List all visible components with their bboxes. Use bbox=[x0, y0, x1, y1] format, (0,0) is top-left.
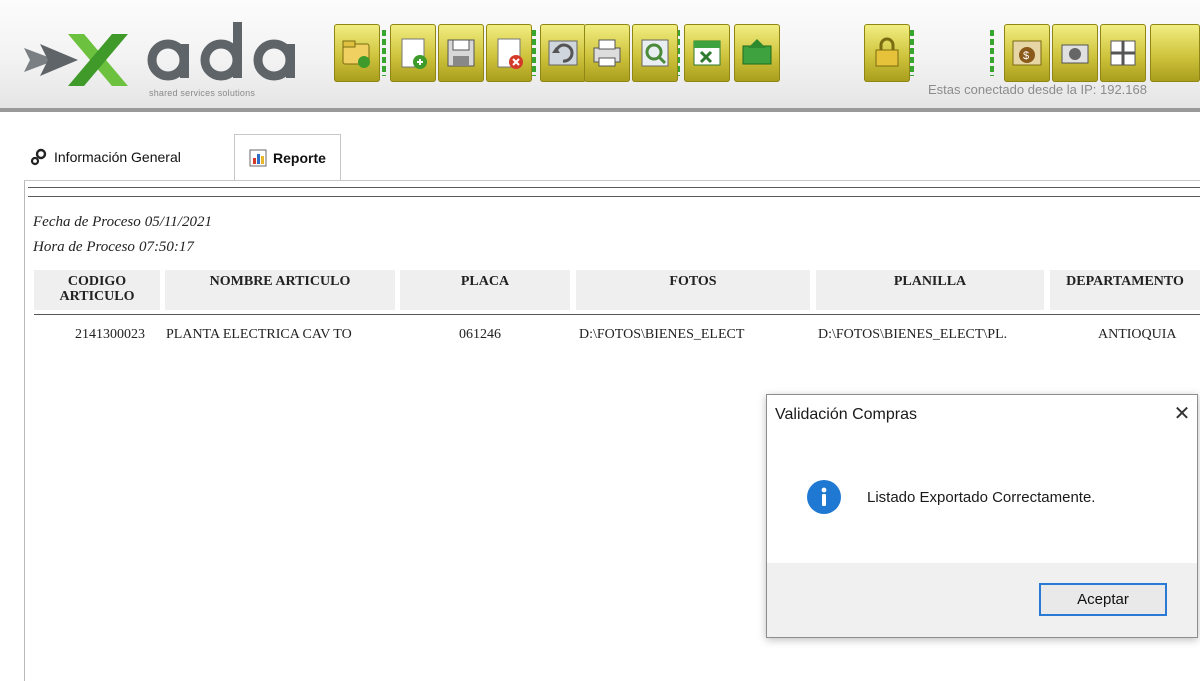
send-button[interactable] bbox=[734, 24, 780, 82]
delete-icon bbox=[497, 38, 523, 69]
camera-icon bbox=[1061, 44, 1089, 64]
dialog-title: Validación Compras bbox=[775, 406, 917, 423]
toolbar-separator bbox=[990, 30, 994, 76]
cell-codigo: 2141300023 bbox=[75, 327, 145, 342]
preview-button[interactable] bbox=[632, 24, 678, 82]
table-header-rule bbox=[34, 314, 1200, 315]
app-header: ada shared services solutions $ Estas co… bbox=[0, 0, 1200, 112]
close-icon[interactable]: ✕ bbox=[1171, 403, 1193, 425]
grid-icon bbox=[1110, 40, 1136, 66]
column-header-nombre: NOMBRE ARTICULO bbox=[165, 270, 395, 310]
dialog-message: Listado Exportado Correctamente. bbox=[867, 489, 1096, 506]
column-header-codigo: CODIGO ARTICULO bbox=[34, 270, 160, 310]
dialog-footer: Aceptar bbox=[767, 563, 1197, 637]
toolbar-separator bbox=[532, 30, 536, 76]
grid-button[interactable] bbox=[1100, 24, 1146, 82]
process-time-value: 07:50:17 bbox=[138, 239, 194, 255]
lock-button[interactable] bbox=[864, 24, 910, 82]
folder-open-icon bbox=[342, 40, 370, 68]
report-top-rule bbox=[28, 196, 1200, 197]
print-icon bbox=[593, 39, 621, 67]
lock-icon bbox=[875, 37, 899, 67]
column-header-placa: PLACA bbox=[400, 270, 570, 310]
tab-strip bbox=[0, 112, 1200, 182]
column-header-departamento: DEPARTAMENTO bbox=[1050, 270, 1200, 310]
process-time-label: Hora de Proceso bbox=[33, 239, 135, 255]
add-icon bbox=[401, 38, 427, 69]
undo-icon bbox=[548, 40, 578, 66]
tagline: shared services solutions bbox=[149, 88, 256, 98]
process-time: Hora de Proceso 07:50:17 bbox=[33, 239, 194, 256]
tab-informacion-general[interactable]: Información General bbox=[30, 148, 181, 166]
camera-button[interactable] bbox=[1052, 24, 1098, 82]
toolbar-more-button[interactable] bbox=[1150, 24, 1200, 82]
save-button[interactable] bbox=[438, 24, 484, 82]
report-top-rule bbox=[28, 187, 1200, 188]
add-button[interactable] bbox=[390, 24, 436, 82]
column-header-planilla: PLANILLA bbox=[816, 270, 1044, 310]
excel-export-button[interactable] bbox=[684, 24, 730, 82]
undo-button[interactable] bbox=[540, 24, 586, 82]
toolbar-separator bbox=[382, 30, 386, 76]
cell-fotos: D:\FOTOS\BIENES_ELECT bbox=[579, 327, 745, 342]
cell-planilla: D:\FOTOS\BIENES_ELECT\PL. bbox=[818, 327, 1008, 342]
open-button[interactable] bbox=[334, 24, 380, 82]
aceptar-button[interactable]: Aceptar bbox=[1039, 583, 1167, 616]
cell-nombre: PLANTA ELECTRICA CAV TO bbox=[166, 327, 352, 342]
process-date-value: 05/11/2021 bbox=[144, 214, 212, 230]
delete-button[interactable] bbox=[486, 24, 532, 82]
tab-informacion-general-label: Información General bbox=[54, 149, 181, 165]
money-bag-icon: $ bbox=[1012, 40, 1042, 66]
money-button[interactable]: $ bbox=[1004, 24, 1050, 82]
cell-placa: 061246 bbox=[459, 327, 501, 342]
settings-icon bbox=[30, 148, 47, 166]
svg-text:$: $ bbox=[1023, 50, 1029, 62]
connection-ip-text: Estas conectado desde la IP: 192.168 bbox=[928, 82, 1147, 97]
info-icon bbox=[807, 480, 841, 514]
tab-reporte-label: Reporte bbox=[273, 150, 326, 166]
validation-dialog: Validación Compras ✕ Listado Exportado C… bbox=[766, 394, 1198, 638]
cell-departamento: ANTIOQUIA bbox=[1098, 327, 1177, 342]
process-date: Fecha de Proceso 05/11/2021 bbox=[33, 214, 212, 231]
send-icon bbox=[742, 39, 772, 65]
save-icon bbox=[447, 39, 475, 67]
excel-export-icon bbox=[693, 40, 721, 66]
preview-icon bbox=[641, 39, 669, 67]
toolbar-separator bbox=[910, 30, 914, 76]
logo-text: ada bbox=[16, 16, 18, 17]
print-button[interactable] bbox=[584, 24, 630, 82]
column-header-fotos: FOTOS bbox=[576, 270, 810, 310]
tab-reporte[interactable]: Reporte bbox=[234, 134, 341, 181]
process-date-label: Fecha de Proceso bbox=[33, 214, 141, 230]
bar-chart-icon bbox=[249, 149, 267, 167]
